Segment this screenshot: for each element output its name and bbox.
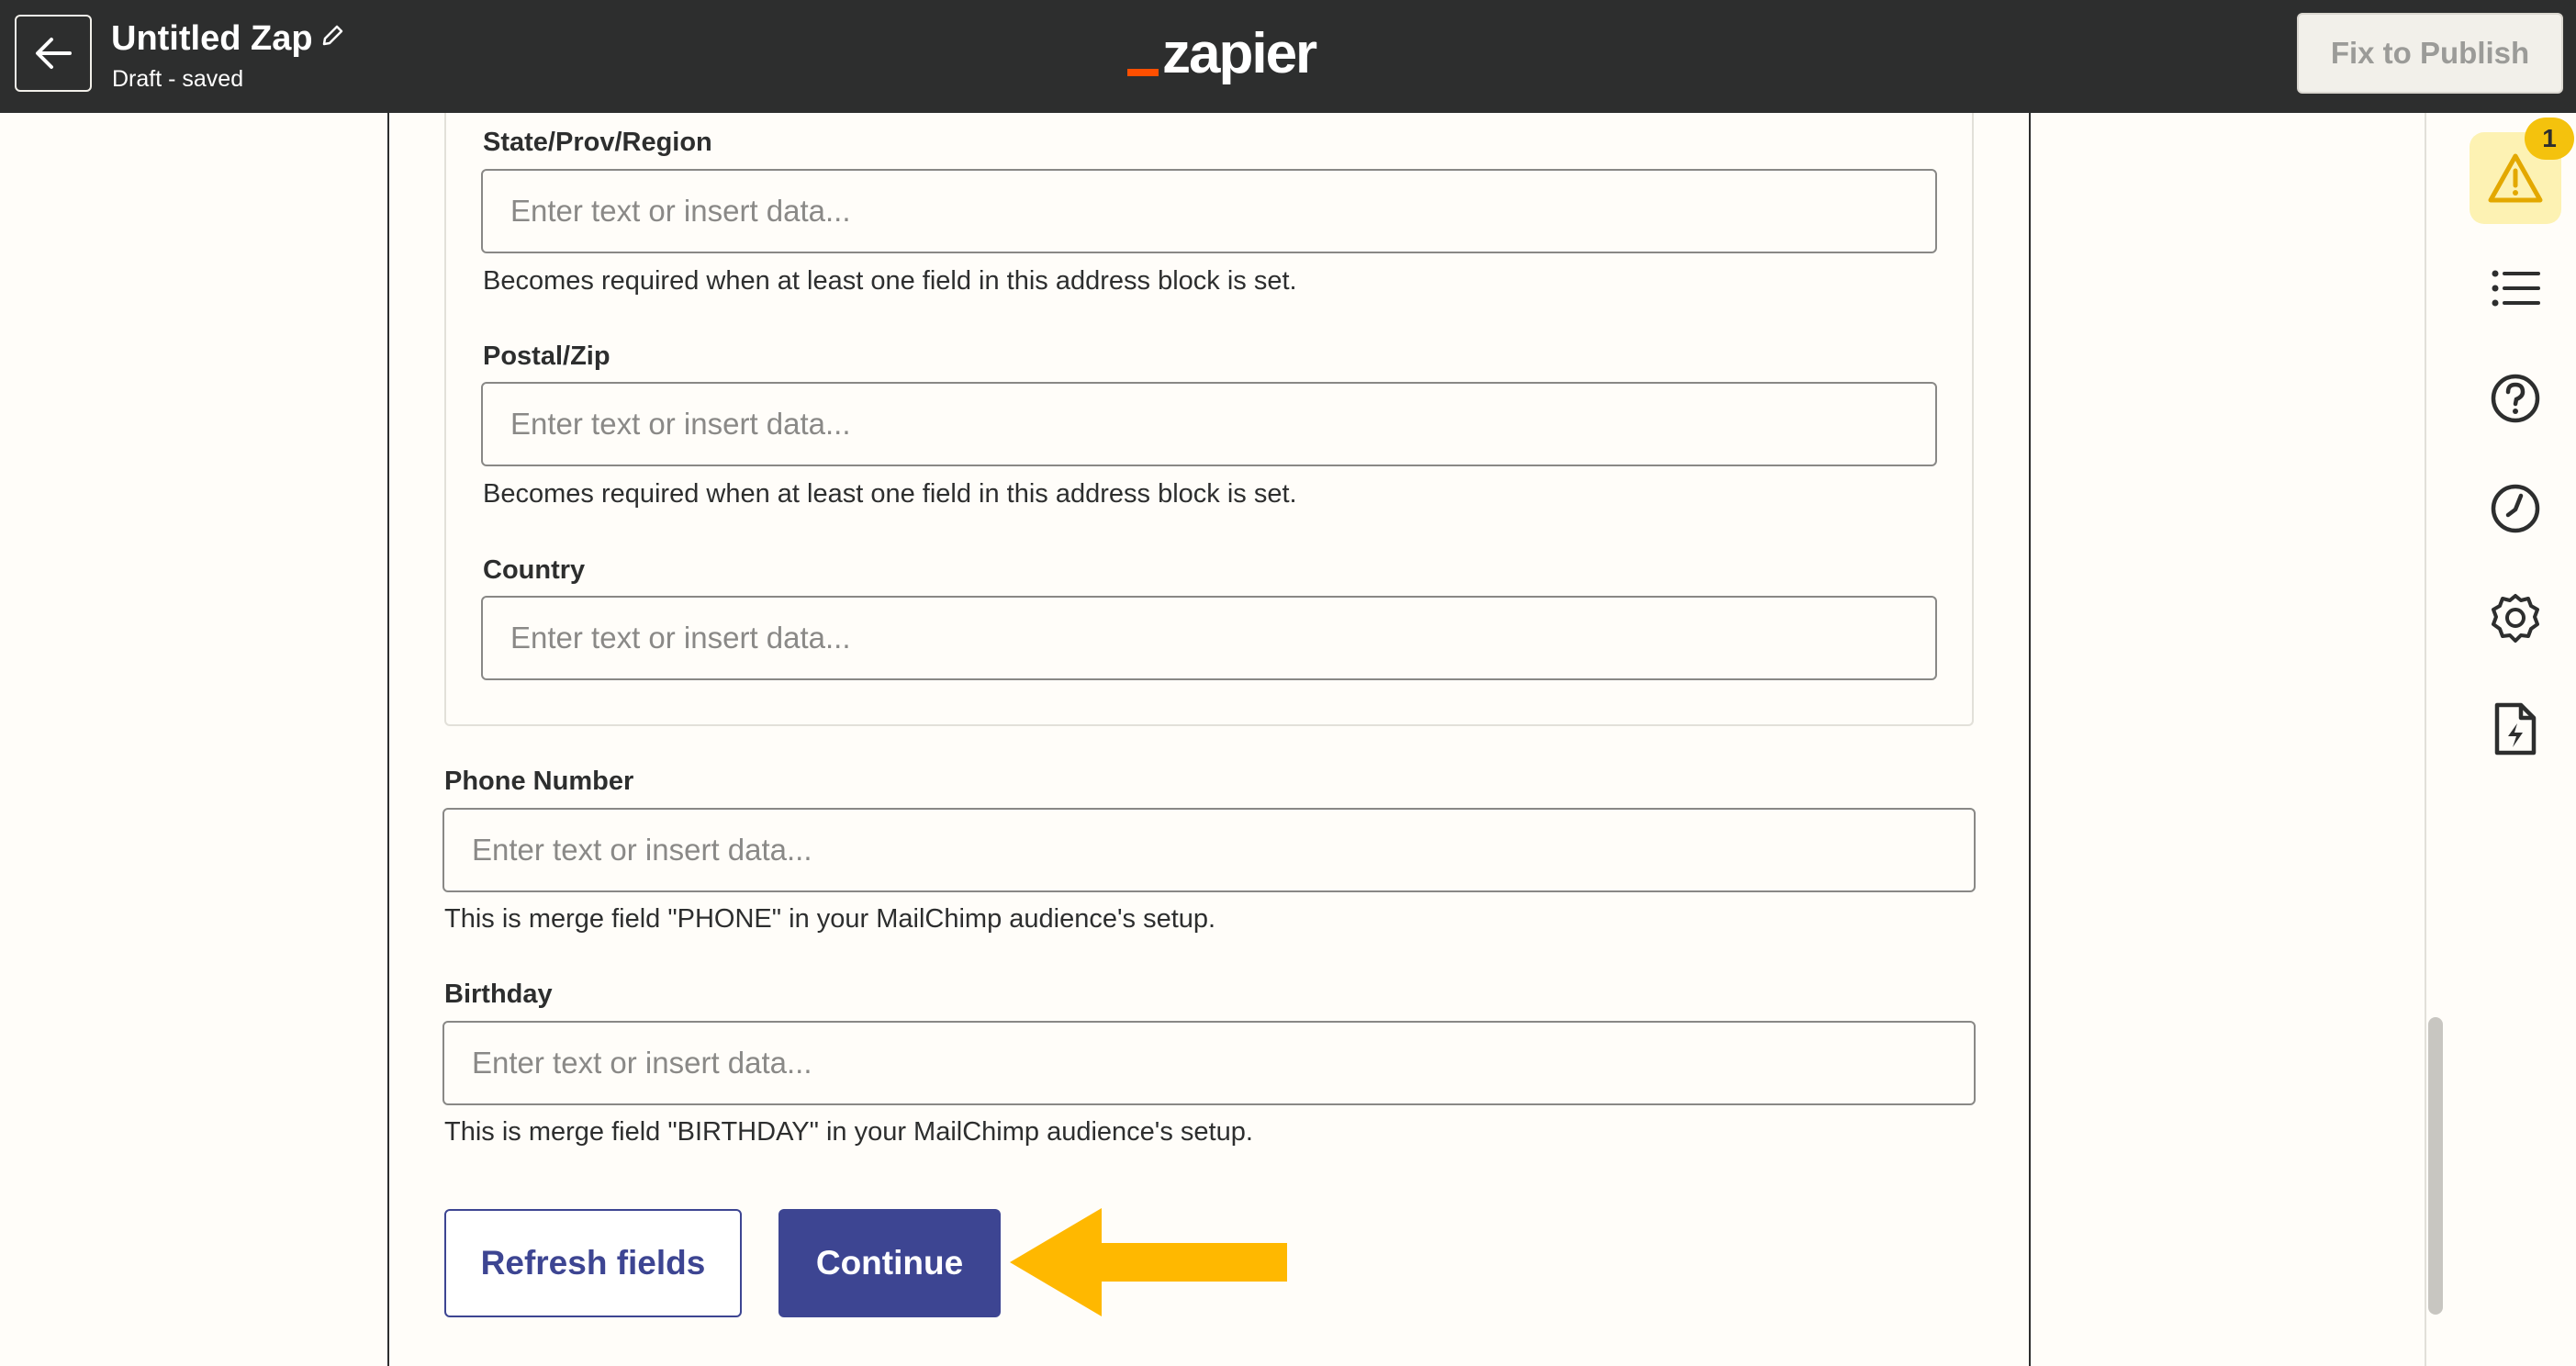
state-input[interactable]	[481, 169, 1937, 253]
sidebar-history[interactable]	[2470, 463, 2561, 554]
settings-icon	[2492, 594, 2539, 643]
arrow-left-icon	[36, 38, 72, 69]
warning-icon	[2488, 153, 2543, 203]
top-bar: Untitled Zap Draft - saved zapier Fix to…	[0, 0, 2576, 113]
alert-count-badge: 1	[2525, 118, 2574, 160]
postal-input[interactable]	[481, 382, 1937, 466]
phone-input[interactable]	[442, 808, 1976, 892]
state-label: State/Prov/Region	[483, 128, 712, 157]
outline-icon	[2492, 270, 2540, 307]
sidebar-outline[interactable]	[2470, 242, 2561, 334]
history-icon	[2491, 484, 2540, 533]
birthday-help: This is merge field "BIRTHDAY" in your M…	[444, 1117, 1253, 1147]
sidebar-help[interactable]	[2470, 353, 2561, 444]
pencil-icon[interactable]	[320, 24, 344, 48]
continue-button[interactable]: Continue	[778, 1209, 1001, 1317]
state-help: Becomes required when at least one field…	[483, 266, 1297, 296]
annotation-arrow-icon	[1010, 1208, 1287, 1316]
zap-status: Draft - saved	[112, 66, 244, 92]
zapier-logo: zapier	[1127, 18, 1317, 85]
postal-help: Becomes required when at least one field…	[483, 479, 1297, 509]
birthday-label: Birthday	[444, 980, 553, 1009]
refresh-fields-button[interactable]: Refresh fields	[444, 1209, 742, 1317]
logo-text: zapier	[1162, 22, 1317, 85]
help-icon	[2491, 374, 2540, 423]
scrollbar[interactable]	[2428, 1017, 2443, 1315]
zap-title[interactable]: Untitled Zap	[111, 17, 313, 61]
country-label: Country	[483, 555, 586, 585]
logo-underscore	[1127, 69, 1159, 76]
country-input[interactable]	[481, 596, 1937, 680]
phone-label: Phone Number	[444, 767, 634, 796]
sidebar-file-lightning[interactable]	[2470, 683, 2561, 775]
file-lightning-icon	[2494, 702, 2537, 756]
sidebar-settings[interactable]	[2470, 573, 2561, 665]
postal-label: Postal/Zip	[483, 342, 610, 371]
birthday-input[interactable]	[442, 1021, 1976, 1105]
phone-help: This is merge field "PHONE" in your Mail…	[444, 904, 1216, 934]
fix-to-publish-button[interactable]: Fix to Publish	[2297, 13, 2563, 94]
back-button[interactable]	[15, 15, 92, 92]
